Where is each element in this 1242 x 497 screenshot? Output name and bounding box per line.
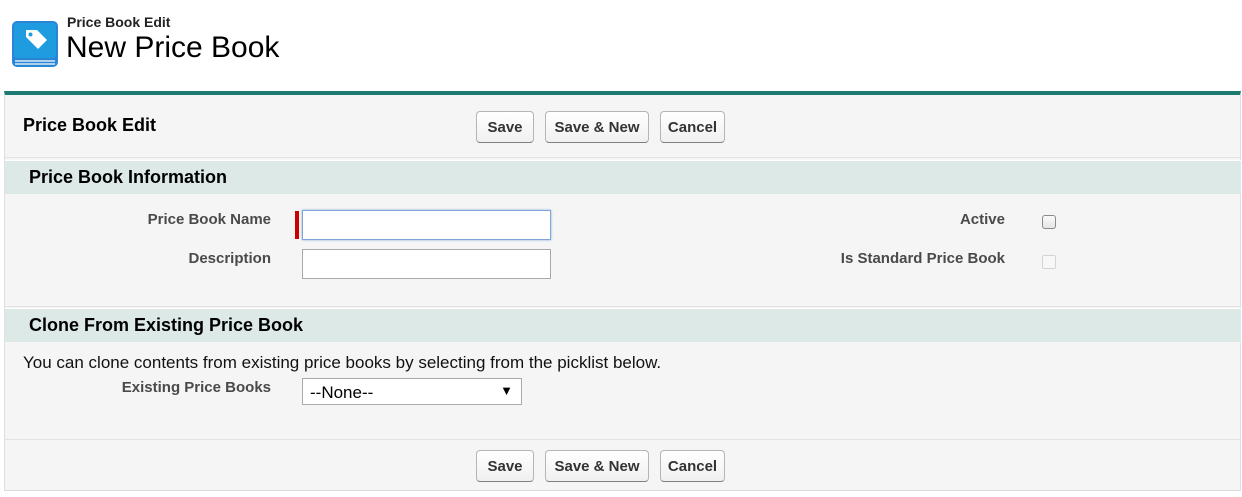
existing-price-books-label: Existing Price Books [121, 379, 271, 396]
page-object-type: Price Book Edit [67, 14, 171, 30]
divider [5, 157, 1240, 158]
save-button[interactable]: Save [476, 111, 534, 143]
edit-panel [4, 91, 1241, 491]
existing-price-books-select[interactable]: --None-- ▼ [302, 378, 522, 405]
price-book-name-input[interactable] [302, 210, 551, 240]
is-standard-label: Is Standard Price Book [840, 250, 1005, 267]
divider [5, 439, 1240, 440]
save-new-button[interactable]: Save & New [545, 111, 649, 143]
price-book-name-label: Price Book Name [147, 211, 271, 228]
required-indicator [295, 211, 299, 239]
price-book-icon [12, 21, 58, 67]
section-title-information: Price Book Information [29, 167, 228, 187]
page-title: New Price Book [66, 31, 280, 64]
save-button-bottom[interactable]: Save [476, 450, 534, 482]
is-standard-checkbox [1042, 255, 1056, 269]
cancel-button-bottom[interactable]: Cancel [660, 450, 725, 482]
description-label: Description [188, 250, 271, 267]
existing-price-books-value: --None-- [310, 383, 374, 402]
description-input[interactable] [302, 249, 551, 279]
section-title-clone: Clone From Existing Price Book [29, 315, 304, 335]
active-label: Active [959, 211, 1005, 228]
active-checkbox[interactable] [1042, 215, 1056, 229]
dropdown-arrow-icon: ▼ [500, 383, 513, 398]
panel-title: Price Book Edit [23, 115, 157, 135]
cancel-button[interactable]: Cancel [660, 111, 725, 143]
clone-help-text: You can clone contents from existing pri… [23, 353, 662, 372]
save-new-button-bottom[interactable]: Save & New [545, 450, 649, 482]
divider [5, 306, 1240, 307]
